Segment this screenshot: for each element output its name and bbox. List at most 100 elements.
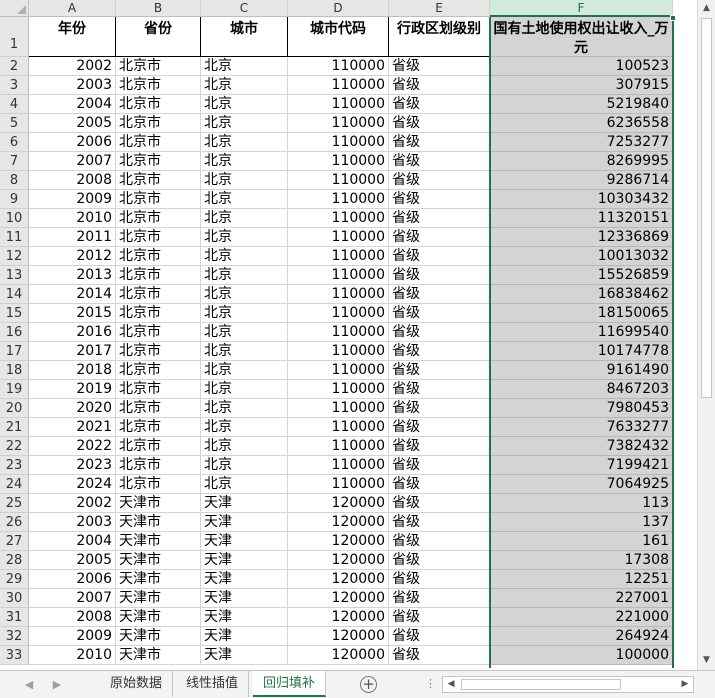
header-cell[interactable]: 城市 [201,17,288,57]
table-cell[interactable]: 2002 [29,57,116,76]
table-cell[interactable]: 北京 [201,190,288,209]
table-cell[interactable]: 省级 [389,57,490,76]
table-cell[interactable]: 7199421 [490,456,673,475]
table-cell[interactable]: 省级 [389,209,490,228]
table-cell[interactable]: 2003 [29,513,116,532]
table-cell[interactable]: 120000 [288,513,389,532]
table-cell[interactable]: 北京市 [116,152,201,171]
table-cell[interactable]: 省级 [389,380,490,399]
table-cell[interactable]: 16838462 [490,285,673,304]
table-cell[interactable]: 省级 [389,608,490,627]
table-cell[interactable]: 10013032 [490,247,673,266]
table-cell[interactable]: 省级 [389,361,490,380]
table-cell[interactable]: 110000 [288,475,389,494]
sheet-tab[interactable]: 回归填补 [253,671,327,697]
table-cell[interactable]: 2019 [29,380,116,399]
column-header-d[interactable]: D [288,0,389,17]
table-cell[interactable]: 省级 [389,76,490,95]
row-header[interactable]: 6 [0,133,29,152]
table-cell[interactable]: 天津市 [116,627,201,646]
table-cell[interactable]: 110000 [288,285,389,304]
table-cell[interactable]: 110000 [288,437,389,456]
table-cell[interactable]: 110000 [288,95,389,114]
table-cell[interactable]: 110000 [288,247,389,266]
table-cell[interactable]: 264924 [490,627,673,646]
table-cell[interactable]: 北京 [201,437,288,456]
header-cell[interactable]: 行政区划级别 [389,17,490,57]
table-cell[interactable]: 100000 [490,646,673,665]
header-cell[interactable]: 城市代码 [288,17,389,57]
table-cell[interactable]: 2010 [29,646,116,665]
table-cell[interactable]: 110000 [288,171,389,190]
table-cell[interactable]: 110000 [288,76,389,95]
table-cell[interactable]: 天津市 [116,646,201,665]
table-cell[interactable]: 省级 [389,304,490,323]
table-cell[interactable]: 省级 [389,171,490,190]
table-cell[interactable]: 北京 [201,399,288,418]
table-cell[interactable]: 省级 [389,342,490,361]
table-cell[interactable]: 161 [490,532,673,551]
table-cell[interactable]: 北京市 [116,437,201,456]
row-header[interactable]: 5 [0,114,29,133]
table-cell[interactable]: 北京 [201,114,288,133]
table-cell[interactable]: 110000 [288,133,389,152]
table-cell[interactable]: 7064925 [490,475,673,494]
scroll-down-icon[interactable]: ▼ [698,652,715,668]
table-cell[interactable]: 北京市 [116,266,201,285]
ellipsis-icon[interactable]: ⋮ [425,677,437,690]
table-cell[interactable]: 2007 [29,152,116,171]
column-header-c[interactable]: C [201,0,288,17]
table-cell[interactable]: 天津 [201,627,288,646]
table-cell[interactable]: 120000 [288,570,389,589]
table-cell[interactable]: 省级 [389,551,490,570]
row-header[interactable]: 29 [0,570,29,589]
table-cell[interactable]: 天津市 [116,532,201,551]
table-cell[interactable]: 北京市 [116,247,201,266]
table-cell[interactable]: 307915 [490,76,673,95]
table-cell[interactable]: 省级 [389,152,490,171]
table-cell[interactable]: 110000 [288,361,389,380]
table-cell[interactable]: 7253277 [490,133,673,152]
table-cell[interactable]: 2003 [29,76,116,95]
table-cell[interactable]: 北京 [201,380,288,399]
table-cell[interactable]: 天津市 [116,589,201,608]
row-header[interactable]: 15 [0,304,29,323]
table-cell[interactable]: 省级 [389,532,490,551]
row-header[interactable]: 31 [0,608,29,627]
row-header[interactable]: 32 [0,627,29,646]
table-cell[interactable]: 省级 [389,475,490,494]
row-header[interactable]: 23 [0,456,29,475]
table-cell[interactable]: 2008 [29,171,116,190]
scroll-right-icon[interactable]: ▶ [677,677,693,692]
table-cell[interactable]: 8467203 [490,380,673,399]
table-cell[interactable]: 2021 [29,418,116,437]
table-cell[interactable]: 北京市 [116,190,201,209]
table-cell[interactable]: 天津 [201,589,288,608]
row-header[interactable]: 21 [0,418,29,437]
table-cell[interactable]: 2006 [29,570,116,589]
row-header[interactable]: 13 [0,266,29,285]
table-cell[interactable]: 2015 [29,304,116,323]
table-cell[interactable]: 2013 [29,266,116,285]
table-cell[interactable]: 天津市 [116,494,201,513]
row-header[interactable]: 17 [0,342,29,361]
table-cell[interactable]: 110000 [288,342,389,361]
table-cell[interactable]: 天津 [201,513,288,532]
table-cell[interactable]: 省级 [389,190,490,209]
table-cell[interactable]: 北京市 [116,342,201,361]
table-cell[interactable]: 省级 [389,285,490,304]
table-cell[interactable]: 天津市 [116,570,201,589]
table-cell[interactable]: 100523 [490,57,673,76]
table-cell[interactable]: 120000 [288,589,389,608]
table-cell[interactable]: 北京 [201,285,288,304]
table-cell[interactable]: 省级 [389,513,490,532]
table-cell[interactable]: 北京 [201,456,288,475]
column-header-b[interactable]: B [116,0,201,17]
table-cell[interactable]: 9286714 [490,171,673,190]
table-cell[interactable]: 北京 [201,323,288,342]
row-header[interactable]: 33 [0,646,29,665]
table-cell[interactable]: 2006 [29,133,116,152]
table-cell[interactable]: 北京 [201,171,288,190]
fill-handle[interactable] [670,15,676,21]
table-cell[interactable]: 120000 [288,494,389,513]
